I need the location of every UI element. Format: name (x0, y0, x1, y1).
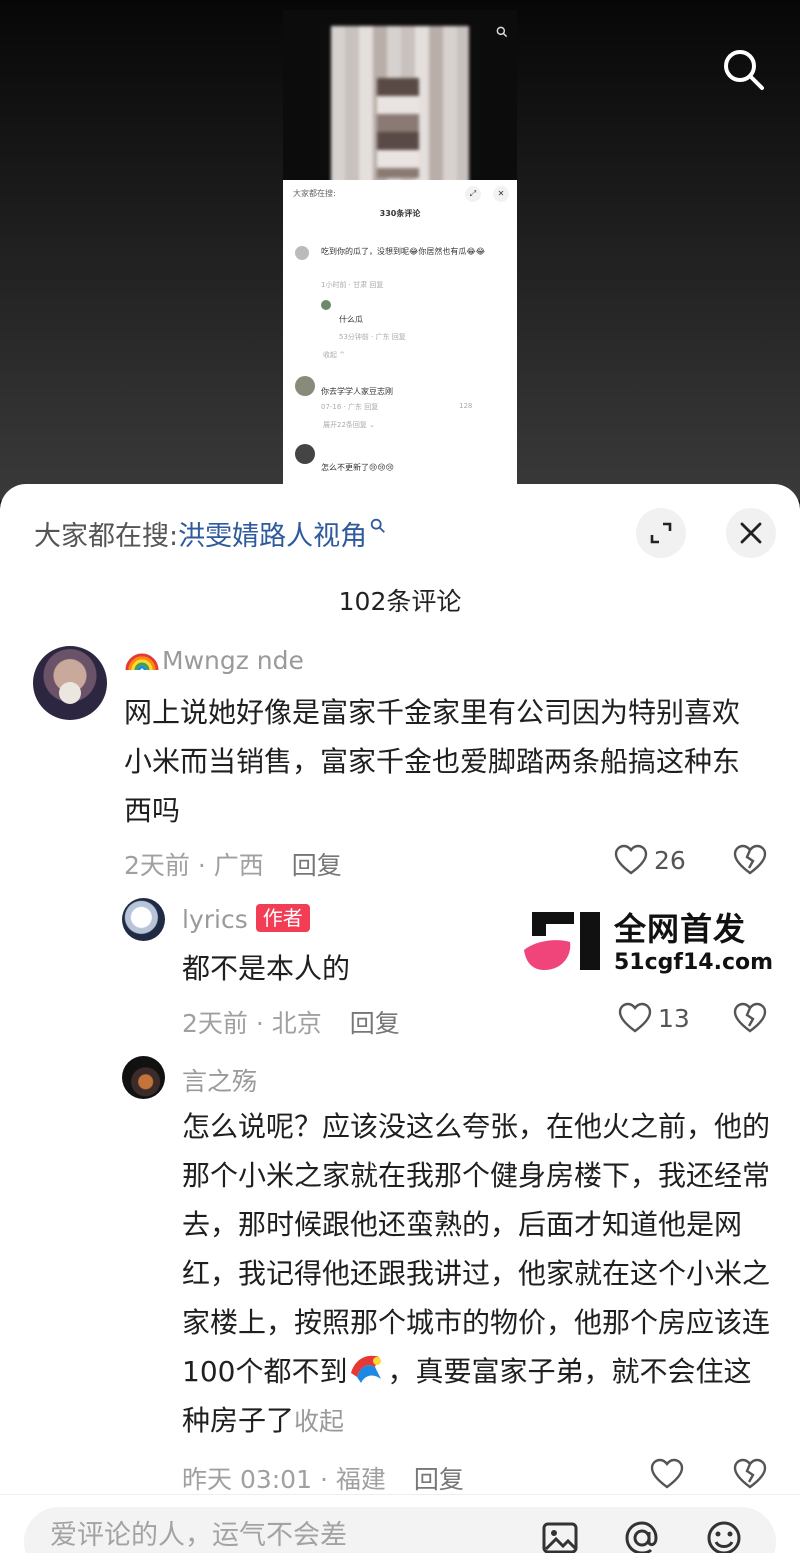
close-icon (740, 522, 762, 544)
broken-heart-icon[interactable] (733, 844, 767, 876)
avatar[interactable] (33, 646, 107, 720)
like-button[interactable]: 26 (614, 844, 686, 876)
embedded-expand-icon: ⤢ (465, 186, 481, 202)
broken-heart-icon[interactable] (733, 1002, 767, 1034)
embedded-avatar (321, 300, 331, 310)
comment-count: 102条评论 (338, 587, 462, 616)
embedded-close-icon: ✕ (493, 186, 509, 202)
like-button[interactable]: 13 (618, 1002, 690, 1034)
embedded-screenshot: 大家都在搜: ⤢ ✕ 330条评论 吃到你的瓜了，没想到呢😂你居然也有瓜😂😂 1… (283, 10, 517, 490)
avatar[interactable] (122, 898, 165, 941)
video-area: 大家都在搜: ⤢ ✕ 330条评论 吃到你的瓜了，没想到呢😂你居然也有瓜😂😂 1… (0, 0, 800, 500)
reply-button[interactable]: 回复 (414, 1465, 464, 1494)
username-text: 言之殇 (182, 1067, 258, 1096)
comment-text: 都不是本人的 (182, 952, 351, 985)
emoji-sticker-icon (351, 1355, 382, 1383)
embedded-avatar (295, 444, 315, 464)
embedded-comment-meta: 07-16 · 广东 回复 (321, 403, 379, 411)
hot-search-link[interactable]: 洪雯婧路人视角 (178, 521, 367, 552)
embedded-collapse: 收起 ^ (323, 351, 346, 359)
collapse-button[interactable]: 收起 (294, 1407, 344, 1436)
hot-search-prefix: 大家都在搜: (34, 521, 179, 552)
expand-button[interactable] (636, 508, 686, 558)
embedded-avatar (295, 246, 309, 260)
avatar[interactable] (122, 1056, 165, 1099)
embedded-comment-text: 什么瓜 (339, 315, 363, 324)
embedded-comment-meta: 53分钟前 · 广东 回复 (339, 333, 406, 341)
reply-button[interactable]: 回复 (292, 851, 342, 880)
author-badge: 作者 (255, 904, 310, 932)
heart-icon (614, 844, 648, 875)
comment-input[interactable] (50, 1517, 520, 1553)
reply-button[interactable]: 回复 (350, 1009, 400, 1038)
watermark-logo (524, 912, 600, 970)
embedded-comment-count: 330条评论 (379, 209, 421, 218)
comment-input-container[interactable] (24, 1507, 776, 1553)
username-text: lyrics (182, 905, 248, 934)
comment-username[interactable]: Mwngz nde (124, 646, 304, 675)
comment-meta: 2天前 · 广西 回复 (124, 846, 342, 882)
comment-input-bar (0, 1494, 800, 1553)
comment-meta: 2天前 · 北京 回复 (182, 1004, 400, 1040)
comment-meta: 昨天 03:01 · 福建 回复 (182, 1460, 464, 1496)
like-count: 26 (654, 845, 686, 875)
embedded-comment-text: 怎么不更新了😢😢😢 (321, 463, 395, 472)
like-button[interactable] (650, 1458, 690, 1490)
search-icon (496, 26, 508, 38)
rainbow-icon (125, 653, 159, 671)
comment-time-location: 2天前 · 广西 (124, 851, 264, 880)
embedded-comment-meta: 1小时前 · 甘肃 回复 (321, 281, 384, 289)
watermark-url: 51cgf14.com (614, 950, 774, 975)
embedded-comment-text: 吃到你的瓜了，没想到呢😂你居然也有瓜😂😂 (321, 247, 486, 256)
search-icon (370, 518, 386, 533)
like-count: 13 (658, 1003, 690, 1033)
username-text: Mwngz nde (162, 646, 304, 675)
comment-text: 网上说她好像是富家千金家里有公司因为特别喜欢小米而当销售，富家千金也爱脚踏两条船… (124, 696, 741, 827)
image-icon[interactable] (540, 1518, 580, 1553)
embedded-comment-text: 你去学学人家豆志刚 (321, 387, 393, 396)
watermark: 全网首发 51cgf14.com (522, 910, 784, 976)
embedded-comment-panel: 大家都在搜: ⤢ ✕ 330条评论 吃到你的瓜了，没想到呢😂你居然也有瓜😂😂 1… (283, 180, 517, 490)
emoji-icon[interactable] (704, 1518, 744, 1553)
embedded-like-count: 128 (459, 402, 473, 410)
comment-username[interactable]: 言之殇 (182, 1062, 257, 1098)
comment-text-body: 怎么说呢？应该没这么夸张，在他火之前，他的那个小米之家就在我那个健身房楼下，我还… (182, 1110, 771, 1388)
comment-text: 怎么说呢？应该没这么夸张，在他火之前，他的那个小米之家就在我那个健身房楼下，我还… (182, 1102, 772, 1446)
search-icon[interactable] (718, 44, 770, 96)
comment-time-location: 昨天 03:01 · 福建 (182, 1465, 386, 1494)
hot-search-bar[interactable]: 大家都在搜:洪雯婧路人视角 (34, 514, 387, 553)
at-icon[interactable] (622, 1518, 662, 1553)
broken-heart-icon[interactable] (733, 1458, 767, 1490)
embedded-expand-replies: 展开22条回复 ⌄ (323, 421, 375, 429)
comment-time-location: 2天前 · 北京 (182, 1009, 322, 1038)
watermark-text: 全网首发 (614, 910, 747, 948)
embedded-search-prefix: 大家都在搜: (293, 189, 336, 198)
embedded-avatar (295, 376, 315, 396)
comment-sheet: 大家都在搜:洪雯婧路人视角 102条评论 Mwngz nde 网上说她好像是富家… (0, 484, 800, 1553)
heart-icon (618, 1002, 652, 1033)
heart-icon (650, 1458, 684, 1489)
expand-icon (650, 522, 672, 544)
pixelated-photo (331, 26, 469, 188)
close-button[interactable] (726, 508, 776, 558)
comment-username[interactable]: lyrics 作者 (182, 904, 310, 934)
